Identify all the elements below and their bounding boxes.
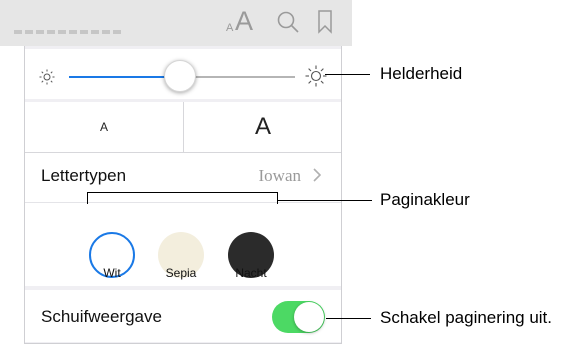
brightness-slider-thumb[interactable]	[164, 60, 196, 92]
callout-page-color: Paginakleur	[380, 190, 470, 209]
sun-large-icon	[305, 65, 327, 87]
appearance-popover: A A Lettertypen Iowan Wit Sepia Nacht Sc…	[24, 46, 342, 344]
callout-line-brightness	[325, 74, 370, 75]
decrease-font-button[interactable]: A	[25, 102, 183, 152]
callout-bracket-right	[277, 192, 278, 204]
scroll-view-label: Schuifweergave	[41, 307, 162, 326]
callout-bracket-left	[87, 192, 88, 204]
font-icon-small-letter: A	[226, 22, 234, 34]
sun-small-icon	[39, 69, 55, 85]
fonts-label: Lettertypen	[41, 166, 127, 185]
fonts-value: Iowan	[258, 166, 301, 185]
font-settings-icon[interactable]: A A	[224, 4, 260, 38]
brightness-section	[25, 49, 341, 99]
toggle-knob	[294, 302, 324, 332]
font-icon-large-letter: A	[235, 6, 254, 36]
theme-wit-label: Wit	[103, 266, 121, 280]
callout-bracket-top	[87, 192, 278, 193]
callout-toggle: Schakel paginering uit.	[380, 308, 553, 327]
callout-brightness: Helderheid	[380, 64, 463, 83]
increase-font-button[interactable]: A	[184, 102, 342, 152]
search-icon[interactable]	[276, 10, 300, 34]
theme-sepia-label: Sepia	[165, 266, 197, 280]
fonts-row[interactable]: Lettertypen Iowan	[25, 153, 341, 197]
scroll-view-row: Schuifweergave	[25, 290, 341, 342]
bookmark-icon[interactable]	[317, 10, 333, 34]
background-text	[14, 30, 124, 34]
scroll-view-toggle[interactable]	[272, 301, 325, 333]
callout-line-page-color	[277, 200, 372, 201]
callout-line-toggle	[326, 318, 371, 319]
theme-nacht-label: Nacht	[235, 266, 267, 280]
divider	[25, 202, 341, 203]
brightness-track-empty	[195, 76, 295, 78]
reader-toolbar: A A	[0, 0, 352, 46]
chevron-right-icon	[313, 168, 321, 182]
